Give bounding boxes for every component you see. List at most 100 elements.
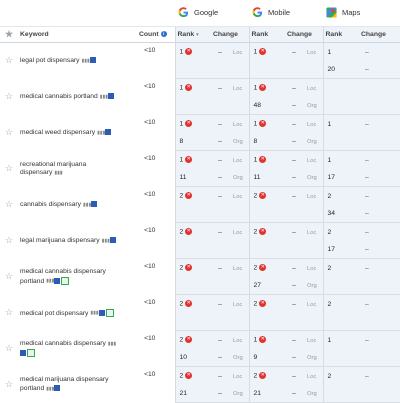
keyword-cell[interactable]: medical pot dispensary ▮▮▮ (18, 295, 125, 331)
keyword-badges (109, 237, 117, 245)
bar-chart-icon[interactable]: ▮▮▮ (90, 310, 98, 316)
bar-chart-icon[interactable]: ▮▮▮ (97, 130, 105, 136)
keyword-cell[interactable]: medical marijuana dispensary portland ▮▮▮ (18, 367, 125, 403)
rank-value: 17 (327, 246, 335, 253)
result-type: Loc (233, 121, 243, 128)
favorite-star-icon[interactable]: ☆ (0, 223, 18, 259)
bar-chart-icon[interactable]: ▮▮▮ (100, 94, 108, 100)
rank-value: 1 (253, 84, 258, 92)
favorite-star-icon[interactable]: ☆ (0, 79, 18, 115)
change-value: – (218, 372, 222, 380)
favorite-star-icon[interactable]: ☆ (0, 151, 18, 187)
keyword-text: medical cannabis dispensary (20, 339, 106, 347)
keyword-text: legal marijuana dispensary (20, 237, 100, 244)
table-row[interactable]: ☆ medical marijuana dispensary portland ▮▮… (0, 366, 400, 392)
change-value: – (292, 336, 296, 344)
favorite-star-icon[interactable]: ☆ (0, 115, 18, 151)
local-pack-icon (20, 349, 26, 356)
maps-rank-header[interactable]: Rank (322, 26, 359, 43)
google-rank-header[interactable]: Rank ▾ (174, 26, 211, 43)
maps-rank-cell (322, 313, 359, 331)
favorite-star-icon[interactable]: ☆ (0, 187, 18, 223)
bar-chart-icon[interactable]: ▮▮▮ (54, 170, 62, 176)
table-row[interactable]: ☆ cannabis dispensary ▮▮▮ <10 2 ✕ – Loc 2 ✕ – Loc 2– (0, 186, 400, 209)
rank-value: 2 (253, 228, 258, 236)
keyword-cell[interactable]: cannabis dispensary ▮▮▮ (18, 187, 125, 223)
rank-value: 2 (327, 300, 332, 308)
keyword-cell[interactable]: legal pot dispensary ▮▮▮ (18, 43, 125, 79)
keyword-column-header[interactable]: Keyword (18, 26, 125, 43)
mobile-rank-cell (248, 61, 285, 79)
table-row[interactable]: ☆ recreational marijuana dispensary ▮▮▮ <10… (0, 150, 400, 176)
table-row[interactable]: ☆ medical cannabis dispensary portland ▮▮▮… (0, 258, 400, 285)
rank-value: 2 (179, 264, 184, 272)
table-row[interactable]: ☆ legal marijuana dispensary ▮▮▮ <10 2 ✕ – Loc 2… (0, 222, 400, 245)
keyword-cell[interactable]: recreational marijuana dispensary ▮▮▮ (18, 151, 125, 187)
table-row[interactable]: ☆ legal pot dispensary ▮▮▮ <10 1 ✕ – Loc 1 ✕ – Loc 1… (0, 42, 400, 65)
result-type: Org (307, 391, 317, 397)
change-value: – (218, 192, 222, 200)
table-row[interactable]: ☆ medical cannabis portland ▮▮▮ <10 1 ✕ – Loc 1 ✕… (0, 78, 400, 101)
count-header-label: Count (139, 31, 159, 38)
change-value: – (292, 102, 296, 109)
favorite-star-icon[interactable]: ☆ (0, 259, 18, 295)
count-cell: <10 (144, 226, 156, 234)
table-row[interactable]: ☆ medical pot dispensary ▮▮▮ <10 2 ✕ – Loc 2 ✕ – Lo… (0, 294, 400, 317)
keyword-cell[interactable]: medical cannabis portland ▮▮▮ (18, 79, 125, 115)
count-cell: <10 (144, 298, 156, 306)
favorite-star-icon[interactable]: ☆ (0, 295, 18, 331)
engine-mobile: Mobile (252, 7, 290, 18)
google-change-header[interactable]: Change (211, 26, 249, 43)
rank-value: 27 (253, 282, 261, 289)
bar-chart-icon[interactable]: ▮▮▮ (46, 386, 54, 392)
keyword-cell[interactable]: medical weed dispensary ▮▮▮ (18, 115, 125, 151)
rank-value: 34 (327, 210, 335, 217)
favorite-star-icon[interactable]: ☆ (0, 43, 18, 79)
google-change-cell (211, 205, 249, 223)
maps-rank-cell (322, 78, 359, 97)
rank-value: 2 (253, 300, 258, 308)
keyword-cell[interactable]: legal marijuana dispensary ▮▮▮ (18, 223, 125, 259)
change-value: – (218, 300, 222, 308)
change-value: – (292, 48, 296, 56)
engine-header-row: Google Mobile Maps (0, 0, 400, 26)
info-icon[interactable]: i (160, 31, 167, 38)
bar-chart-icon[interactable]: ▮▮▮ (102, 238, 110, 244)
mobile-rank-cell: 27 (248, 277, 285, 295)
google-change-cell: – Loc (211, 366, 249, 385)
table-row[interactable]: ☆ medical cannabis dispensary ▮▮▮ <10 2 ✕ – Loc… (0, 330, 400, 357)
table-body: ☆ legal pot dispensary ▮▮▮ <10 1 ✕ – Loc 1 ✕ – Loc 1… (0, 42, 400, 403)
keyword-text: legal pot dispensary (20, 57, 80, 65)
maps-change-cell: – (359, 61, 400, 79)
table-row[interactable]: ☆ medical weed dispensary ▮▮▮ <10 1 ✕ – Loc 1 ✕ – L… (0, 114, 400, 137)
keyword-cell[interactable]: medical cannabis dispensary ▮▮▮ (18, 331, 125, 367)
mobile-change-cell: – Org (285, 349, 323, 367)
image-result-icon (61, 276, 70, 285)
rank-value: 2 (253, 264, 258, 272)
mobile-rank-header[interactable]: Rank (248, 26, 285, 43)
count-column-header[interactable]: Count i (125, 26, 175, 43)
bar-chart-icon[interactable]: ▮▮▮ (46, 278, 54, 284)
engine-maps: Maps (326, 7, 360, 18)
result-type: Loc (233, 337, 243, 344)
google-rank-cell (174, 61, 211, 79)
google-change-cell: – Loc (211, 186, 249, 205)
mobile-rank-cell: 1 ✕ (248, 42, 285, 61)
maps-rank-cell: 2 (322, 186, 359, 205)
google-change-cell: – Loc (211, 150, 249, 169)
mobile-change-header[interactable]: Change (285, 26, 323, 43)
star-all-icon[interactable]: ★ (0, 26, 18, 43)
result-type: Loc (233, 301, 243, 308)
bar-chart-icon[interactable]: ▮▮▮ (81, 58, 89, 64)
local-pack-icon (107, 93, 114, 100)
maps-change-header[interactable]: Change (359, 26, 400, 43)
bar-chart-icon[interactable]: ▮▮▮ (108, 341, 116, 347)
bar-chart-icon[interactable]: ▮▮▮ (83, 202, 91, 208)
favorite-star-icon[interactable]: ☆ (0, 367, 18, 403)
keyword-cell[interactable]: medical cannabis dispensary portland ▮▮▮ (18, 259, 125, 295)
result-type: Loc (307, 157, 317, 164)
mobile-change-cell: – Loc (285, 42, 323, 61)
change-value: – (292, 120, 296, 128)
favorite-star-icon[interactable]: ☆ (0, 331, 18, 367)
change-value: – (218, 174, 222, 181)
